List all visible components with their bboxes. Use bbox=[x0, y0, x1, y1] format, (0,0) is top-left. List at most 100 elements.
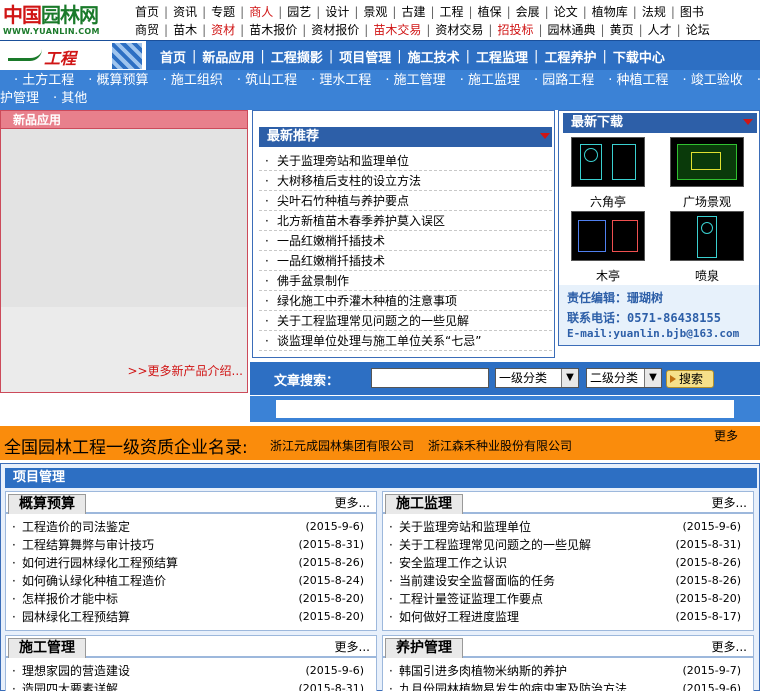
item-title[interactable]: 工程造价的司法鉴定 bbox=[22, 520, 130, 534]
company-link-2[interactable]: 浙江森禾种业股份有限公司 bbox=[428, 437, 572, 454]
item-title[interactable]: 工程结算舞弊与审计技巧 bbox=[22, 538, 154, 552]
email-text[interactable]: E-mail:yuanlin.bjb@163.com bbox=[567, 327, 739, 340]
sub-menu-item[interactable]: · 种植工程 bbox=[608, 73, 668, 88]
main-menu-item[interactable]: 工程监理 bbox=[476, 47, 528, 66]
box-title-tab[interactable]: 养护管理 bbox=[385, 638, 463, 658]
top-nav-link[interactable]: 黄页 bbox=[609, 21, 635, 39]
download-caption-3[interactable]: 木亭 bbox=[563, 267, 653, 284]
item-title[interactable]: 理想家园的营造建设 bbox=[22, 664, 130, 678]
sub-menu-item[interactable]: · 理水工程 bbox=[311, 73, 371, 88]
sub-menu-item[interactable]: 护管理 bbox=[0, 91, 39, 106]
box-list-item[interactable]: 怎样报价才能中标 (2015-8-20) bbox=[6, 590, 376, 608]
qualified-more-link[interactable]: 更多 bbox=[714, 427, 738, 444]
box-list-item[interactable]: 关于工程监理常见问题之的一些见解 (2015-8-31) bbox=[383, 536, 753, 554]
sub-menu-item[interactable]: · 其他 bbox=[53, 91, 87, 106]
item-title[interactable]: 九月份园林植物易发生的病虫害及防治方法 bbox=[399, 682, 627, 691]
section-logo[interactable]: 工程 bbox=[0, 41, 148, 71]
category2-select[interactable]: 二级分类 ▼ bbox=[586, 368, 662, 388]
top-nav-link[interactable]: 资材交易 bbox=[434, 21, 484, 39]
download-thumb-2[interactable] bbox=[670, 137, 744, 187]
main-menu-item[interactable]: 首页 bbox=[160, 47, 186, 66]
box-list-item[interactable]: 关于监理旁站和监理单位 (2015-9-6) bbox=[383, 518, 753, 536]
sub-menu-item[interactable]: · 施工管理 bbox=[385, 73, 445, 88]
top-nav-link[interactable]: 专题 bbox=[210, 3, 236, 21]
box-more-link[interactable]: 更多... bbox=[712, 638, 747, 655]
chevron-down-icon[interactable]: ▼ bbox=[644, 369, 661, 387]
top-nav-link[interactable]: 招投标 bbox=[496, 21, 534, 39]
top-nav-link[interactable]: 苗木 bbox=[172, 21, 198, 39]
download-caption-2[interactable]: 广场景观 bbox=[662, 193, 752, 210]
box-list-item[interactable]: 工程造价的司法鉴定 (2015-9-6) bbox=[6, 518, 376, 536]
sub-menu-item[interactable]: · 筑山工程 bbox=[237, 73, 297, 88]
box-list-item[interactable]: 工程结算舞弊与审计技巧 (2015-8-31) bbox=[6, 536, 376, 554]
download-caption-1[interactable]: 六角亭 bbox=[563, 193, 653, 210]
top-nav-link[interactable]: 会展 bbox=[515, 3, 541, 21]
top-nav-link[interactable]: 资讯 bbox=[172, 3, 198, 21]
latest-list-item[interactable]: 大树移植后支柱的设立方法 bbox=[259, 171, 552, 191]
chevron-down-icon[interactable]: ▼ bbox=[561, 369, 578, 387]
top-nav-link[interactable]: 首页 bbox=[134, 3, 160, 21]
search-input[interactable] bbox=[371, 368, 489, 388]
sub-menu-item[interactable]: · 土方工程 bbox=[14, 73, 74, 88]
item-title[interactable]: 造园四大要素详解 bbox=[22, 682, 118, 691]
top-nav-link[interactable]: 苗木交易 bbox=[372, 21, 422, 39]
item-title[interactable]: 当前建设安全监督面临的任务 bbox=[399, 574, 555, 588]
category1-select[interactable]: 一级分类 ▼ bbox=[495, 368, 579, 388]
box-list-item[interactable]: 园林绿化工程预结算 (2015-8-20) bbox=[6, 608, 376, 626]
box-title-tab[interactable]: 概算预算 bbox=[8, 494, 86, 514]
top-nav-link[interactable]: 商贸 bbox=[134, 21, 160, 39]
top-nav-link[interactable]: 园林通典 bbox=[547, 21, 597, 39]
search-button[interactable]: 搜索 bbox=[666, 370, 714, 388]
main-menu-item[interactable]: 施工技术 bbox=[408, 47, 460, 66]
latest-list-item[interactable]: 佛手盆景制作 bbox=[259, 271, 552, 291]
latest-list-item[interactable]: 谈监理单位处理与施工单位关系“七忌” bbox=[259, 331, 552, 351]
top-nav-link[interactable]: 资材 bbox=[210, 21, 236, 39]
top-nav-link[interactable]: 古建 bbox=[400, 3, 426, 21]
box-list-item[interactable]: 造园四大要素详解 (2015-8-31) bbox=[6, 680, 376, 691]
top-nav-link[interactable]: 景观 bbox=[362, 3, 388, 21]
item-title[interactable]: 关于监理旁站和监理单位 bbox=[399, 520, 531, 534]
secondary-input[interactable] bbox=[276, 400, 734, 418]
top-nav-link[interactable]: 苗木报价 bbox=[248, 21, 298, 39]
sub-menu-item[interactable]: · 施工监理 bbox=[460, 73, 520, 88]
item-title[interactable]: 安全监理工作之认识 bbox=[399, 556, 507, 570]
box-title-tab[interactable]: 施工管理 bbox=[8, 638, 86, 658]
top-nav-link[interactable]: 园艺 bbox=[286, 3, 312, 21]
latest-list-item[interactable]: 绿化施工中乔灌木种植的注意事项 bbox=[259, 291, 552, 311]
box-list-item[interactable]: 工程计量签证监理工作要点 (2015-8-20) bbox=[383, 590, 753, 608]
latest-list-item[interactable]: 一品红嫩梢扦插技术 bbox=[259, 231, 552, 251]
item-title[interactable]: 怎样报价才能中标 bbox=[22, 592, 118, 606]
item-title[interactable]: 关于工程监理常见问题之的一些见解 bbox=[399, 538, 591, 552]
main-menu-item[interactable]: 下载中心 bbox=[613, 47, 665, 66]
top-nav-link[interactable]: 植保 bbox=[477, 3, 503, 21]
top-nav-link[interactable]: 资材报价 bbox=[310, 21, 360, 39]
site-logo[interactable]: 中国园林网 WWW.YUANLIN.COM bbox=[3, 3, 131, 39]
download-thumb-1[interactable] bbox=[571, 137, 645, 187]
item-title[interactable]: 如何进行园林绿化工程预结算 bbox=[22, 556, 178, 570]
top-nav-link[interactable]: 图书 bbox=[679, 3, 705, 21]
main-menu-item[interactable]: 新品应用 bbox=[202, 47, 254, 66]
box-list-item[interactable]: 如何确认绿化种植工程造价 (2015-8-24) bbox=[6, 572, 376, 590]
sub-menu-item[interactable]: · 施工组织 bbox=[163, 73, 223, 88]
main-menu-item[interactable]: 工程养护 bbox=[544, 47, 596, 66]
sub-menu-item[interactable]: · 园路工程 bbox=[534, 73, 594, 88]
box-list-item[interactable]: 理想家园的营造建设 (2015-9-6) bbox=[6, 662, 376, 680]
box-list-item[interactable]: 如何进行园林绿化工程预结算 (2015-8-26) bbox=[6, 554, 376, 572]
box-more-link[interactable]: 更多... bbox=[335, 494, 370, 511]
item-title[interactable]: 工程计量签证监理工作要点 bbox=[399, 592, 543, 606]
top-nav-link[interactable]: 论文 bbox=[553, 3, 579, 21]
main-menu-item[interactable]: 工程撷影 bbox=[271, 47, 323, 66]
top-nav-link[interactable]: 法规 bbox=[641, 3, 667, 21]
company-link-1[interactable]: 浙江元成园林集团有限公司 bbox=[270, 437, 414, 454]
box-list-item[interactable]: 安全监理工作之认识 (2015-8-26) bbox=[383, 554, 753, 572]
top-nav-link[interactable]: 设计 bbox=[324, 3, 350, 21]
new-products-more-link[interactable]: >>更多新产品介绍... bbox=[127, 362, 243, 379]
item-title[interactable]: 如何做好工程进度监理 bbox=[399, 610, 519, 624]
box-more-link[interactable]: 更多... bbox=[335, 638, 370, 655]
download-thumb-3[interactable] bbox=[571, 211, 645, 261]
box-list-item[interactable]: 当前建设安全监督面临的任务 (2015-8-26) bbox=[383, 572, 753, 590]
top-nav-link[interactable]: 论坛 bbox=[685, 21, 711, 39]
latest-list-item[interactable]: 关于监理旁站和监理单位 bbox=[259, 151, 552, 171]
latest-list-item[interactable]: 尖叶石竹种植与养护要点 bbox=[259, 191, 552, 211]
latest-list-item[interactable]: 一品红嫩梢扦插技术 bbox=[259, 251, 552, 271]
